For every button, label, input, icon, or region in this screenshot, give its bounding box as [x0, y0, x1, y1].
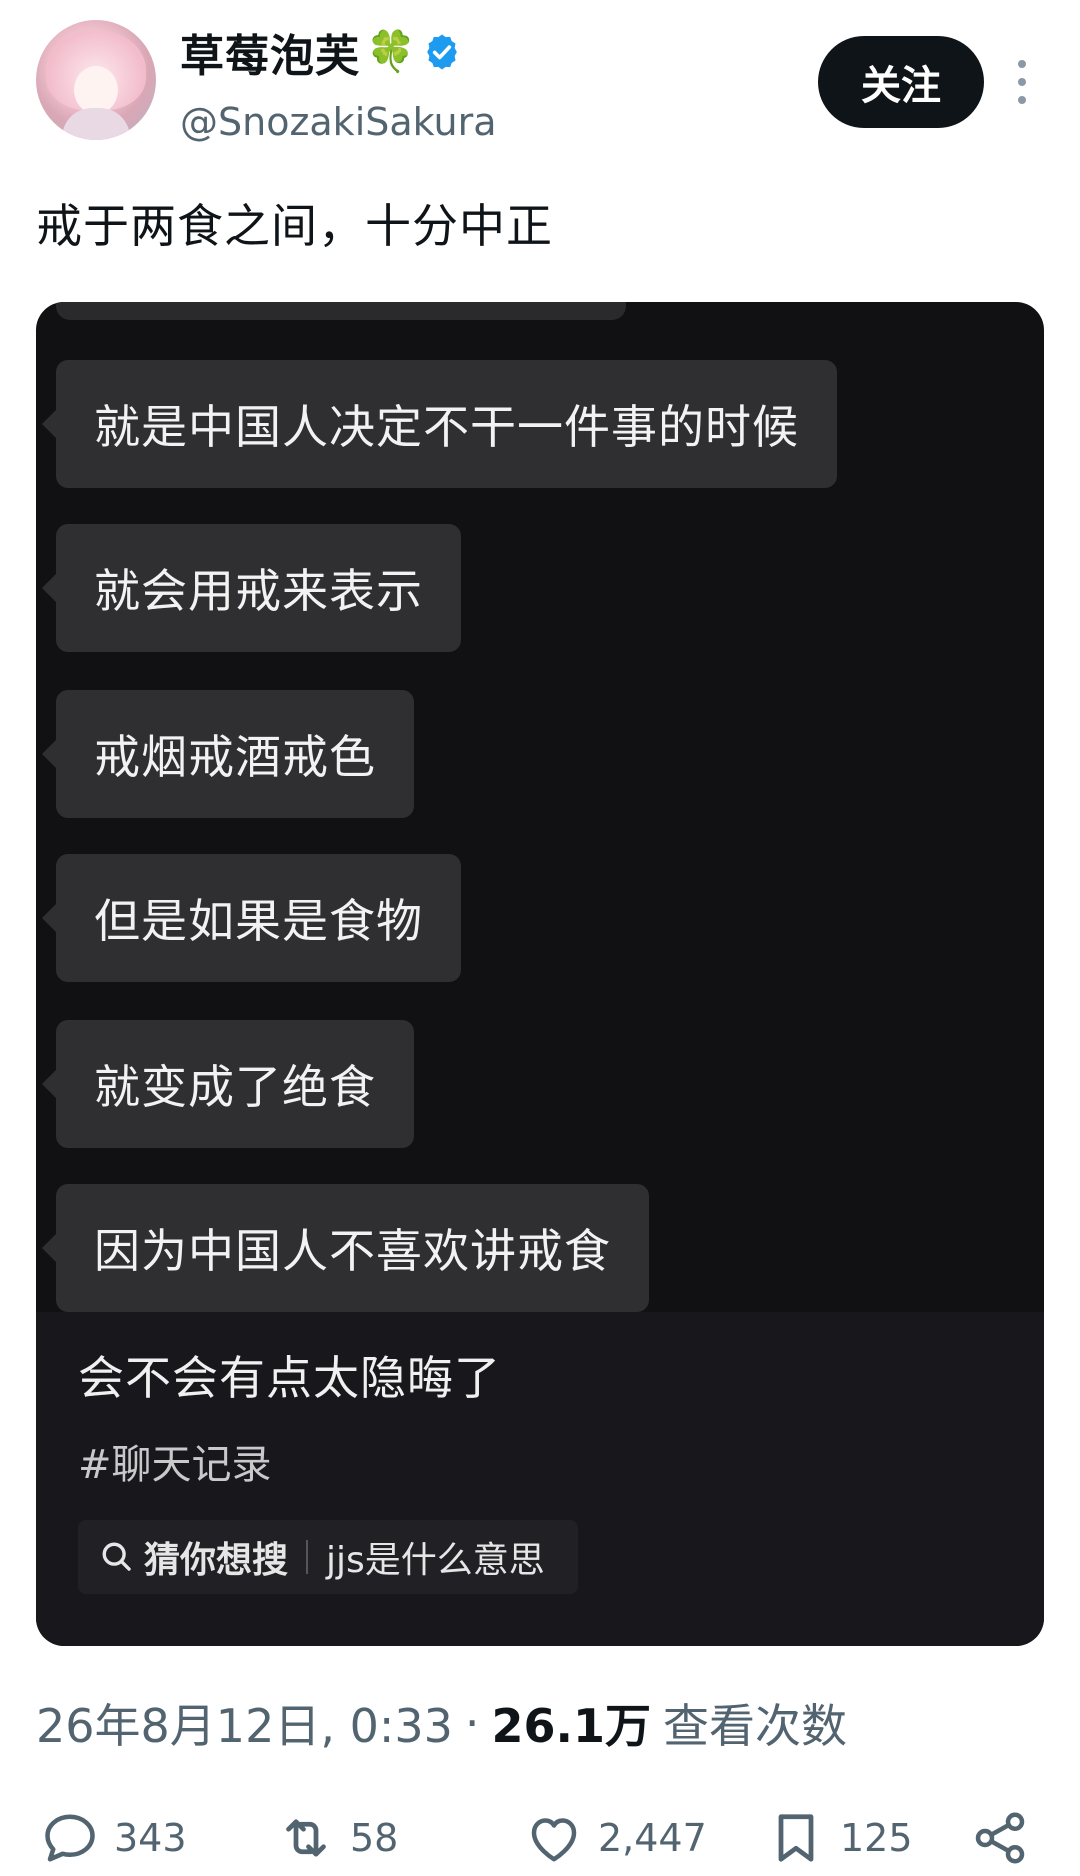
views-count: 26.1万: [491, 1699, 652, 1753]
more-dot: [1018, 60, 1026, 68]
like-count: 2,447: [598, 1816, 707, 1860]
share-icon: [975, 1812, 1025, 1864]
tweet-meta: 26年8月12日, 0:33 · 26.1万 查看次数: [36, 1690, 847, 1756]
search-icon: [102, 1542, 131, 1571]
follow-button[interactable]: 关注: [818, 36, 984, 128]
reply-icon: [45, 1814, 95, 1862]
author-display-name[interactable]: 草莓泡芙: [180, 20, 360, 84]
bookmark-button[interactable]: 125: [766, 1800, 913, 1876]
chat-bubble: 就会用戒来表示: [42, 524, 461, 652]
chat-bubble: 但是如果是食物: [42, 854, 461, 982]
author-handle[interactable]: @SnozakiSakura: [180, 100, 497, 144]
tweet-timestamp[interactable]: 26年8月12日, 0:33: [36, 1690, 453, 1756]
tweet-media-image[interactable]: 就是中国人决定不干一件事的时候 就会用戒来表示 戒烟戒酒戒色 但是如果是食物 就…: [36, 302, 1044, 1646]
like-button[interactable]: 2,447: [524, 1800, 707, 1876]
bookmark-icon: [778, 1814, 814, 1862]
media-caption: 会不会有点太隐晦了: [78, 1351, 501, 1405]
avatar-face: [74, 66, 118, 114]
reply-count: 343: [114, 1816, 187, 1860]
retweet-button[interactable]: 58: [276, 1800, 398, 1876]
reply-button[interactable]: 343: [40, 1800, 187, 1876]
chat-bubble: 因为中国人不喜欢讲戒食: [42, 1184, 649, 1312]
retweet-count: 58: [350, 1816, 399, 1860]
bookmark-count: 125: [840, 1816, 913, 1860]
media-top-bubble-fragment: [56, 302, 626, 320]
avatar-body: [62, 108, 130, 140]
meta-separator: ·: [464, 1696, 480, 1750]
chat-bubble: 戒烟戒酒戒色: [42, 690, 414, 818]
views-label: 查看次数: [663, 1699, 847, 1753]
tweet-text: 戒于两食之间，十分中正: [36, 199, 553, 253]
retweet-icon: [286, 1819, 326, 1857]
more-dot: [1018, 78, 1026, 86]
author-name-row[interactable]: 草莓泡芙 🍀: [180, 24, 462, 82]
heart-icon: [531, 1818, 577, 1862]
tweet-action-bar: 343 58 2,447 125: [40, 1800, 1040, 1876]
search-suggestion-divider: [306, 1540, 309, 1574]
clover-icon: 🍀: [366, 29, 416, 75]
more-dot: [1018, 96, 1026, 104]
chat-bubble: 就是中国人决定不干一件事的时候: [42, 360, 837, 488]
chat-bubble: 就变成了绝食: [42, 1020, 414, 1148]
media-hashtag: #聊天记录: [78, 1442, 272, 1488]
search-suggestion-label: 猜你想搜: [144, 1540, 289, 1581]
share-button[interactable]: [970, 1800, 1030, 1876]
avatar[interactable]: [36, 20, 156, 140]
search-suggestion-query: jjs是什么意思: [326, 1540, 545, 1581]
verified-badge-icon: [426, 34, 457, 70]
more-options-icon[interactable]: [1010, 60, 1034, 104]
search-suggestion: 猜你想搜 jjs是什么意思: [78, 1520, 578, 1594]
